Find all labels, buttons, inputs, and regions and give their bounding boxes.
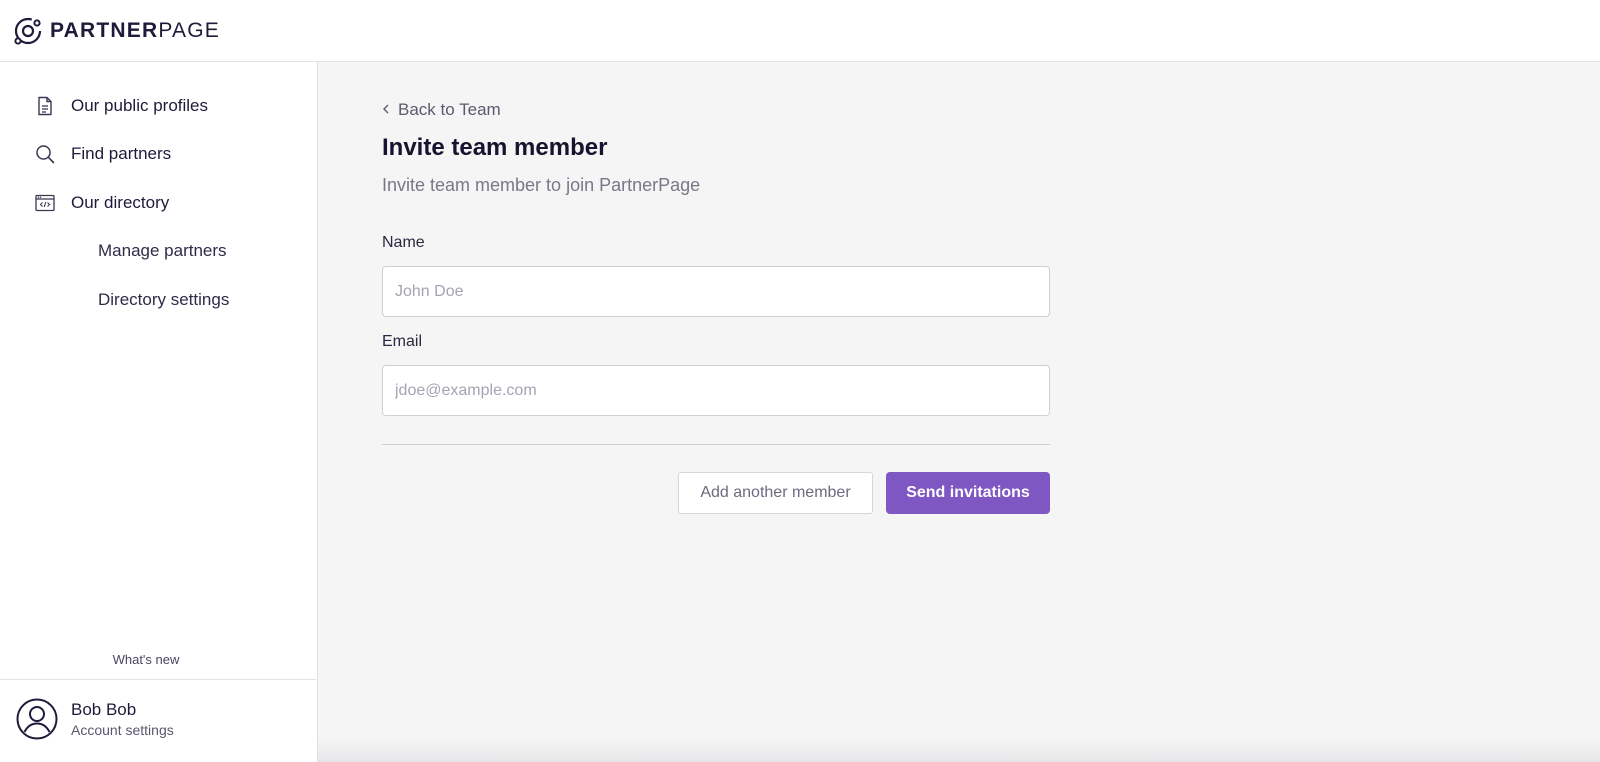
sidebar-subitem-directory-settings[interactable]: Directory settings [98,290,229,310]
sidebar-item-find-partners[interactable]: Find partners [0,134,316,174]
top-bar: PARTNERPAGE [0,0,1600,62]
bottom-shadow [318,740,1600,762]
name-input[interactable] [382,266,1050,317]
whats-new-link[interactable]: What's new [0,652,292,667]
user-avatar-icon [16,698,58,740]
account-name: Bob Bob [71,700,137,719]
sidebar-item-label: Find partners [71,144,172,163]
back-link-label: Back to Team [398,100,501,119]
sidebar-item-our-directory[interactable]: Our directory [0,183,316,223]
email-input[interactable] [382,365,1050,416]
brand-wordmark: PARTNERPAGE [50,18,220,42]
code-window-icon [34,192,56,214]
brand-logo[interactable]: PARTNERPAGE [12,15,220,47]
add-another-member-button[interactable]: Add another member [678,472,873,514]
sidebar-item-label: Our directory [71,193,170,212]
back-to-team-link[interactable]: Back to Team [382,100,501,120]
account-menu[interactable]: Bob Bob Account settings [0,679,316,762]
account-settings-label: Account settings [71,722,174,738]
email-label: Email [382,333,423,350]
send-invitations-button[interactable]: Send invitations [886,472,1050,514]
form-divider [382,444,1050,445]
name-label: Name [382,234,425,251]
chevron-left-icon [382,100,390,120]
sidebar-item-label: Our public profiles [71,96,209,115]
page-subtitle: Invite team member to join PartnerPage [382,175,701,195]
search-icon [34,143,56,165]
sidebar: Our public profiles Find partners Our di… [0,62,318,762]
document-icon [34,95,56,117]
page-title: Invite team member [382,134,608,161]
sidebar-subitem-manage-partners[interactable]: Manage partners [98,241,227,261]
main-content: Back to Team Invite team member Invite t… [318,62,1600,762]
partnerpage-logo-icon [14,17,42,45]
sidebar-item-public-profiles[interactable]: Our public profiles [0,86,316,126]
